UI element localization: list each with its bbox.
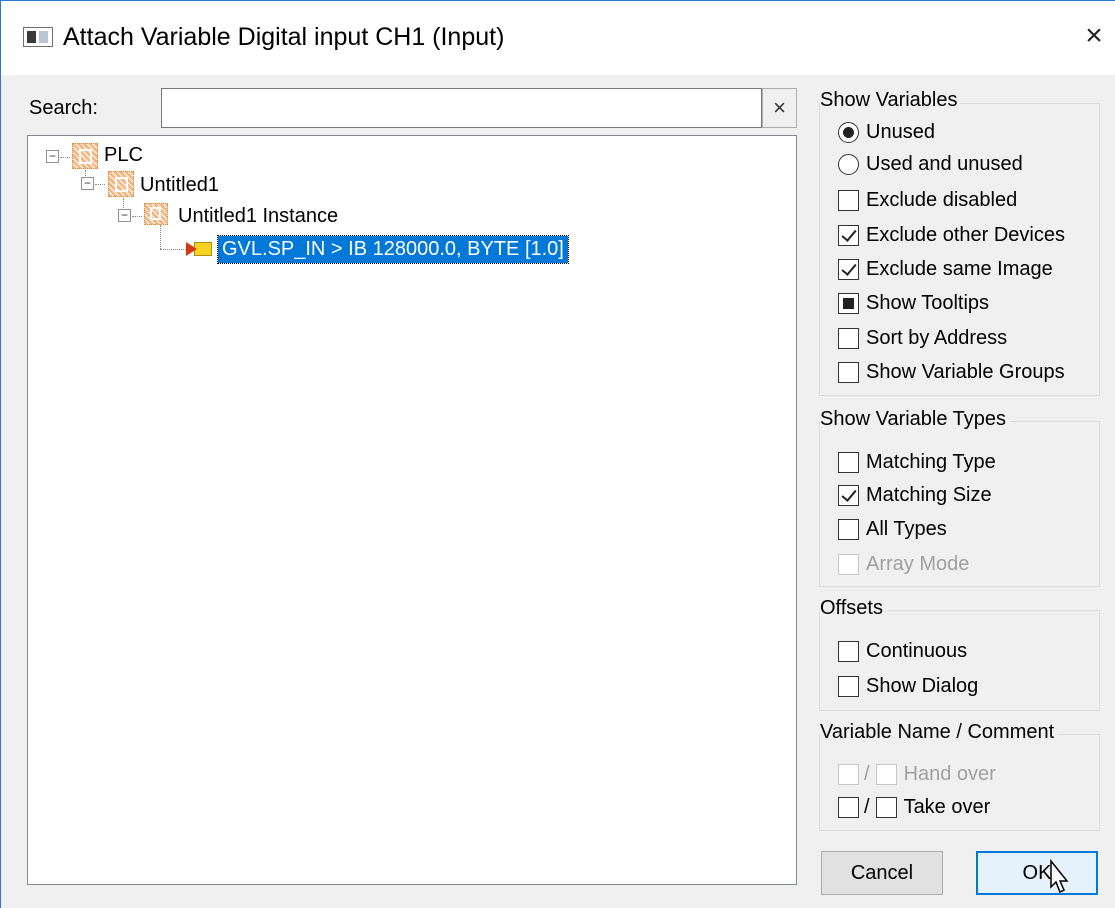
hand-over-row: / Hand over xyxy=(838,761,996,787)
tree-node-gvl-sp-in[interactable]: GVL.SP_IN > IB 128000.0, BYTE [1.0] xyxy=(217,235,569,264)
matching-type-checkbox[interactable]: Matching Type xyxy=(838,449,996,475)
array-mode-checkbox: Array Mode xyxy=(838,551,969,577)
show-variables-group: Show Variables Unused Used and unused Ex… xyxy=(819,89,1100,396)
ok-button[interactable]: OK xyxy=(976,851,1098,895)
collapse-icon[interactable]: − xyxy=(81,177,94,190)
hand-over-name-checkbox xyxy=(838,763,859,785)
window-title: Attach Variable Digital input CH1 (Input… xyxy=(63,23,505,51)
tree-node-untitled1[interactable]: Untitled1 xyxy=(140,174,219,197)
input-variable-icon xyxy=(186,242,212,256)
take-over-comment-checkbox[interactable] xyxy=(875,796,897,818)
group-title: Offsets xyxy=(820,597,886,620)
title-bar: Attach Variable Digital input CH1 (Input… xyxy=(1,1,1115,75)
group-title: Show Variables xyxy=(820,89,961,112)
exclude-same-image-checkbox[interactable]: Exclude same Image xyxy=(838,256,1053,282)
matching-size-checkbox[interactable]: Matching Size xyxy=(838,482,992,508)
show-variable-types-group: Show Variable Types Matching Type Matchi… xyxy=(819,408,1100,587)
attach-variable-dialog: Attach Variable Digital input CH1 (Input… xyxy=(0,0,1115,908)
search-input[interactable] xyxy=(161,88,762,128)
continuous-checkbox[interactable]: Continuous xyxy=(838,638,967,664)
mouse-cursor-icon xyxy=(1050,859,1069,894)
group-title: Show Variable Types xyxy=(820,408,1010,431)
take-over-row: / Take over xyxy=(838,794,990,820)
tree-node-plc[interactable]: PLC xyxy=(104,144,143,167)
clear-search-button[interactable]: × xyxy=(762,88,797,128)
variable-name-comment-group: Variable Name / Comment / Hand over / Ta… xyxy=(819,721,1100,831)
exclude-disabled-checkbox[interactable]: Exclude disabled xyxy=(838,187,1017,213)
collapse-icon[interactable]: − xyxy=(118,209,131,222)
unused-radio[interactable]: Unused xyxy=(838,119,935,145)
cancel-button[interactable]: Cancel xyxy=(821,851,943,895)
offsets-group: Offsets Continuous Show Dialog xyxy=(819,597,1100,711)
collapse-icon[interactable]: − xyxy=(46,150,59,163)
plc-project-icon xyxy=(108,171,134,197)
tree-node-untitled1-instance[interactable]: Untitled1 Instance xyxy=(178,205,338,228)
plc-project-icon xyxy=(72,143,98,169)
show-tooltips-checkbox[interactable]: Show Tooltips xyxy=(838,290,989,316)
take-over-name-checkbox[interactable] xyxy=(838,796,859,818)
plc-instance-icon xyxy=(144,203,168,225)
sort-by-address-checkbox[interactable]: Sort by Address xyxy=(838,325,1007,351)
search-label: Search: xyxy=(29,97,98,119)
close-icon[interactable]: × xyxy=(1079,19,1109,53)
window-icon xyxy=(23,27,53,47)
used-and-unused-radio[interactable]: Used and unused xyxy=(838,151,1023,177)
show-variable-groups-checkbox[interactable]: Show Variable Groups xyxy=(838,359,1065,385)
hand-over-comment-checkbox xyxy=(875,763,897,785)
show-dialog-checkbox[interactable]: Show Dialog xyxy=(838,673,978,699)
exclude-other-devices-checkbox[interactable]: Exclude other Devices xyxy=(838,222,1065,248)
variable-tree[interactable]: − PLC − Untitled1 − Untitled1 Instance G… xyxy=(27,135,797,885)
all-types-checkbox[interactable]: All Types xyxy=(838,516,947,542)
group-title: Variable Name / Comment xyxy=(820,721,1058,744)
